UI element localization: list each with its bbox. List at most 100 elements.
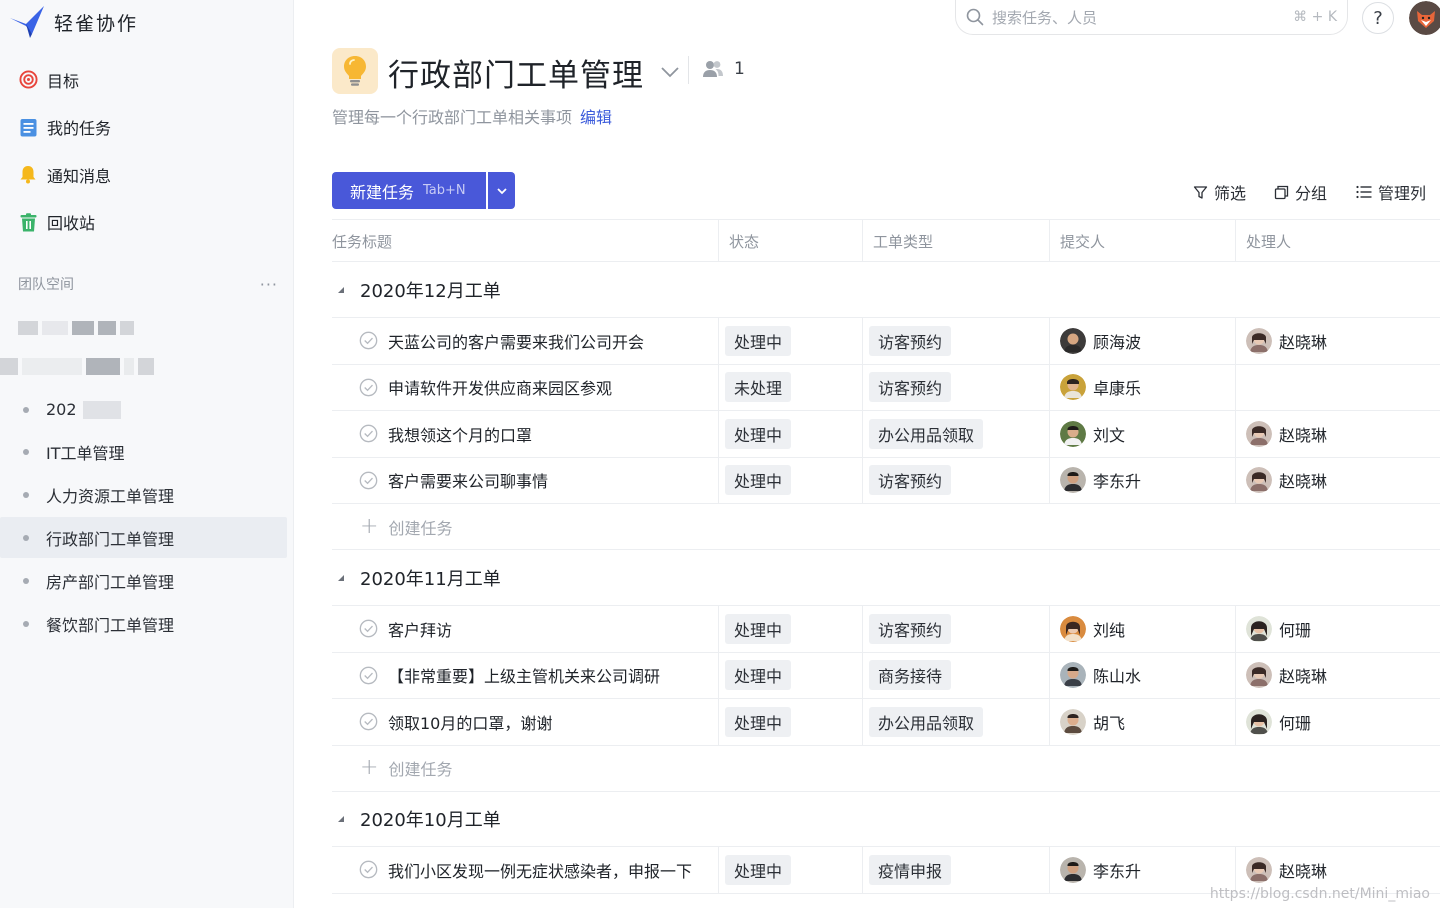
type-cell[interactable]: 疫情申报: [862, 847, 1049, 893]
task-title-cell[interactable]: 【非常重要】上级主管机关来公司调研: [332, 653, 718, 699]
person-chip[interactable]: 陈山水: [1060, 662, 1141, 689]
more-icon[interactable]: ···: [260, 275, 278, 294]
check-circle-icon[interactable]: [359, 331, 378, 350]
app-logo[interactable]: 轻雀协作: [8, 4, 138, 40]
check-circle-icon[interactable]: [359, 424, 378, 443]
type-tag[interactable]: 疫情申报: [869, 854, 952, 885]
obscured-project-name[interactable]: [0, 358, 154, 375]
type-cell[interactable]: 访客预约: [862, 318, 1049, 364]
handler-cell[interactable]: 何珊: [1235, 606, 1440, 652]
collapse-triangle-icon[interactable]: [336, 814, 346, 824]
submitter-cell[interactable]: 卓康乐: [1049, 364, 1235, 410]
person-chip[interactable]: 何珊: [1246, 708, 1311, 735]
task-title-cell[interactable]: 我们小区发现一例无症状感染者，申报一下: [332, 847, 718, 893]
status-cell[interactable]: 处理中: [718, 847, 862, 893]
collapse-triangle-icon[interactable]: [336, 573, 346, 583]
table-row[interactable]: 我想领这个月的口罩 处理中 办公用品领取 刘文 赵晓琳: [332, 411, 1440, 458]
column-header-handler[interactable]: 处理人: [1235, 220, 1440, 262]
members-button[interactable]: 1: [702, 58, 745, 80]
type-tag[interactable]: 商务接待: [869, 660, 952, 691]
status-tag[interactable]: 处理中: [725, 660, 792, 691]
handler-cell[interactable]: 赵晓琳: [1235, 411, 1440, 457]
person-chip[interactable]: 何珊: [1246, 615, 1311, 642]
type-tag[interactable]: 访客预约: [869, 372, 952, 403]
status-cell[interactable]: 处理中: [718, 318, 862, 364]
status-cell[interactable]: 未处理: [718, 364, 862, 410]
person-chip[interactable]: 赵晓琳: [1246, 856, 1327, 883]
column-header-status[interactable]: 状态: [718, 220, 862, 262]
status-tag[interactable]: 处理中: [725, 418, 792, 449]
type-cell[interactable]: 办公用品领取: [862, 699, 1049, 745]
handler-cell[interactable]: 赵晓琳: [1235, 457, 1440, 503]
group-button[interactable]: 分组: [1274, 180, 1327, 204]
person-chip[interactable]: 卓康乐: [1060, 374, 1141, 401]
create-task-button[interactable]: + 创建任务: [332, 504, 1440, 550]
type-cell[interactable]: 访客预约: [862, 457, 1049, 503]
submitter-cell[interactable]: 顾海波: [1049, 318, 1235, 364]
collapse-triangle-icon[interactable]: [336, 285, 346, 295]
submitter-cell[interactable]: 李东升: [1049, 847, 1235, 893]
type-cell[interactable]: 访客预约: [862, 364, 1049, 410]
column-header-title[interactable]: 任务标题: [332, 220, 718, 262]
sidebar-item-my-tasks[interactable]: 我的任务: [0, 104, 294, 152]
type-tag[interactable]: 访客预约: [869, 325, 952, 356]
sidebar-project-hr[interactable]: 人力资源工单管理: [0, 474, 287, 515]
handler-cell[interactable]: [1235, 364, 1440, 410]
new-task-button[interactable]: 新建任务 Tab+N: [332, 172, 486, 209]
sidebar-item-trash[interactable]: 回收站: [0, 199, 294, 247]
task-title-cell[interactable]: 客户拜访: [332, 606, 718, 652]
manage-columns-button[interactable]: 管理列: [1356, 180, 1426, 204]
person-chip[interactable]: 胡飞: [1060, 708, 1125, 735]
sidebar-project-partial[interactable]: 202: [0, 389, 287, 430]
person-chip[interactable]: 赵晓琳: [1246, 467, 1327, 494]
person-chip[interactable]: 赵晓琳: [1246, 662, 1327, 689]
submitter-cell[interactable]: 刘文: [1049, 411, 1235, 457]
submitter-cell[interactable]: 胡飞: [1049, 699, 1235, 745]
status-tag[interactable]: 处理中: [725, 465, 792, 496]
status-cell[interactable]: 处理中: [718, 411, 862, 457]
handler-cell[interactable]: 何珊: [1235, 699, 1440, 745]
check-circle-icon[interactable]: [359, 860, 378, 879]
chevron-down-icon[interactable]: [658, 60, 682, 84]
status-tag[interactable]: 处理中: [725, 613, 792, 644]
edit-link[interactable]: 编辑: [580, 108, 612, 127]
task-title-cell[interactable]: 天蓝公司的客户需要来我们公司开会: [332, 318, 718, 364]
table-row[interactable]: 申请软件开发供应商来园区参观 未处理 访客预约 卓康乐: [332, 364, 1440, 411]
task-title-cell[interactable]: 客户需要来公司聊事情: [332, 458, 718, 504]
check-circle-icon[interactable]: [359, 471, 378, 490]
column-header-submitter[interactable]: 提交人: [1049, 220, 1235, 262]
check-circle-icon[interactable]: [359, 712, 378, 731]
sidebar-project-it[interactable]: IT工单管理: [0, 431, 287, 472]
status-cell[interactable]: 处理中: [718, 699, 862, 745]
handler-cell[interactable]: 赵晓琳: [1235, 652, 1440, 698]
type-cell[interactable]: 商务接待: [862, 652, 1049, 698]
status-tag[interactable]: 处理中: [725, 325, 792, 356]
new-task-dropdown-button[interactable]: [488, 172, 515, 209]
type-tag[interactable]: 访客预约: [869, 465, 952, 496]
type-tag[interactable]: 访客预约: [869, 613, 952, 644]
submitter-cell[interactable]: 陈山水: [1049, 652, 1235, 698]
task-title-cell[interactable]: 申请软件开发供应商来园区参观: [332, 365, 718, 411]
column-header-type[interactable]: 工单类型: [862, 220, 1049, 262]
type-cell[interactable]: 办公用品领取: [862, 411, 1049, 457]
table-row[interactable]: 客户拜访 处理中 访客预约 刘纯 何珊: [332, 606, 1440, 653]
help-button[interactable]: ?: [1362, 2, 1394, 34]
task-title-cell[interactable]: 我想领这个月的口罩: [332, 411, 718, 457]
person-chip[interactable]: 刘文: [1060, 420, 1125, 447]
status-tag[interactable]: 处理中: [725, 854, 792, 885]
type-tag[interactable]: 办公用品领取: [869, 706, 984, 737]
person-chip[interactable]: 赵晓琳: [1246, 327, 1327, 354]
table-row[interactable]: 【非常重要】上级主管机关来公司调研 处理中 商务接待 陈山水 赵晓琳: [332, 652, 1440, 699]
status-tag[interactable]: 未处理: [725, 372, 792, 403]
sidebar-project-admin[interactable]: 行政部门工单管理: [0, 517, 287, 558]
type-cell[interactable]: 访客预约: [862, 606, 1049, 652]
person-chip[interactable]: 刘纯: [1060, 615, 1125, 642]
person-chip[interactable]: 李东升: [1060, 856, 1141, 883]
check-circle-icon[interactable]: [359, 666, 378, 685]
project-icon[interactable]: [332, 48, 378, 94]
handler-cell[interactable]: 赵晓琳: [1235, 318, 1440, 364]
sidebar-item-goals[interactable]: 目标: [0, 56, 294, 104]
person-chip[interactable]: 李东升: [1060, 467, 1141, 494]
check-circle-icon[interactable]: [359, 378, 378, 397]
status-cell[interactable]: 处理中: [718, 606, 862, 652]
